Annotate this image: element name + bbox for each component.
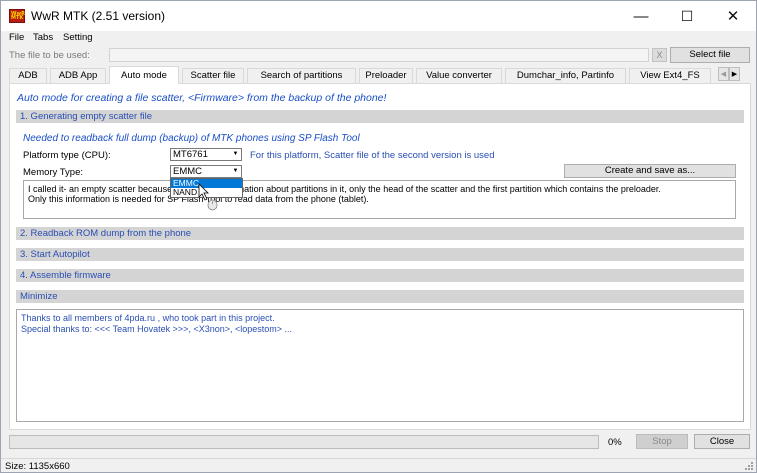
mouse-cursor-icon	[198, 183, 218, 211]
file-row: The file to be used: X Select file	[1, 47, 756, 65]
scatter-info-text: I called it- an empty scatter because th…	[23, 180, 736, 219]
tab-dumchar-info[interactable]: Dumchar_info, Partinfo	[505, 68, 626, 83]
auto-mode-headline: Auto mode for creating a file scatter, <…	[17, 92, 387, 104]
menu-setting[interactable]: Setting	[63, 32, 93, 43]
minimize-window-button[interactable]: —	[618, 1, 664, 31]
create-and-save-button[interactable]: Create and save as...	[564, 164, 736, 178]
section1-subheading: Needed to readback full dump (backup) of…	[23, 133, 360, 144]
tab-preloader[interactable]: Preloader	[359, 68, 413, 83]
memory-type-label: Memory Type:	[23, 167, 84, 178]
tab-search-of-partitions[interactable]: Search of partitions	[247, 68, 356, 83]
section-minimize[interactable]: Minimize	[16, 290, 744, 303]
maximize-window-button[interactable]: ☐	[664, 1, 710, 31]
close-button[interactable]: Close	[694, 434, 750, 449]
tab-auto-mode[interactable]: Auto mode	[109, 66, 179, 84]
tab-adb-app[interactable]: ADB App	[50, 68, 106, 83]
close-window-button[interactable]: ✕	[710, 1, 756, 31]
title-bar[interactable]: WwR MTK WwR MTK (2.51 version) — ☐ ✕	[1, 1, 756, 31]
section-readback-rom[interactable]: 2. Readback ROM dump from the phone	[16, 227, 744, 240]
tab-view-ext4[interactable]: View Ext4_FS	[629, 68, 711, 83]
status-row: 0% Stop Close	[1, 434, 756, 452]
select-file-button[interactable]: Select file	[670, 47, 750, 63]
menu-bar: File Tabs Setting	[1, 31, 756, 45]
app-window: WwR MTK WwR MTK (2.51 version) — ☐ ✕ File…	[0, 0, 757, 473]
menu-tabs[interactable]: Tabs	[33, 32, 53, 43]
file-label: The file to be used:	[9, 50, 90, 61]
scatter-info-line-1: I called it- an empty scatter because th…	[28, 184, 661, 194]
window-size-text: Size: 1135x660	[5, 461, 70, 472]
memory-type-value: EMMC	[173, 166, 203, 177]
memory-type-select[interactable]: EMMC ▼	[170, 165, 242, 178]
size-status-bar: Size: 1135x660	[1, 458, 756, 472]
stop-button[interactable]: Stop	[636, 434, 688, 449]
menu-file[interactable]: File	[9, 32, 24, 43]
credits-line-1: Thanks to all members of 4pda.ru , who t…	[21, 313, 275, 323]
tab-strip: ADB ADB App Auto mode Scatter file Searc…	[9, 66, 751, 84]
progress-bar	[9, 435, 599, 449]
credits-line-2: Special thanks to: <<< Team Hovatek >>>,…	[21, 324, 293, 334]
section-assemble-firmware[interactable]: 4. Assemble firmware	[16, 269, 744, 282]
credits-text: Thanks to all members of 4pda.ru , who t…	[16, 309, 744, 422]
tab-adb[interactable]: ADB	[9, 68, 47, 83]
platform-type-label: Platform type (CPU):	[23, 150, 111, 161]
section-generate-scatter[interactable]: 1. Generating empty scatter file	[16, 110, 744, 123]
tab-scroll-left-icon[interactable]: ◀	[718, 67, 729, 81]
tab-scroll-right-icon[interactable]: ▶	[729, 67, 740, 81]
window-title: WwR MTK (2.51 version)	[31, 9, 166, 23]
scatter-info-line-2: Only this information is needed for SP F…	[28, 194, 369, 204]
chevron-down-icon: ▼	[232, 151, 239, 157]
tab-scatter-file[interactable]: Scatter file	[182, 68, 244, 83]
platform-note: For this platform, Scatter file of the s…	[250, 150, 495, 161]
section-start-autopilot[interactable]: 3. Start Autopilot	[16, 248, 744, 261]
clear-file-button[interactable]: X	[652, 48, 667, 62]
progress-percent: 0%	[608, 437, 622, 448]
tab-value-converter[interactable]: Value converter	[416, 68, 502, 83]
chevron-down-icon: ▼	[232, 168, 239, 174]
platform-type-select[interactable]: MT6761 ▼	[170, 148, 242, 161]
platform-type-value: MT6761	[173, 149, 208, 160]
resize-grip-icon[interactable]	[744, 461, 754, 471]
file-path-field[interactable]	[109, 48, 649, 62]
auto-mode-panel: Auto mode for creating a file scatter, <…	[9, 83, 751, 430]
app-logo-icon: WwR MTK	[9, 9, 25, 23]
